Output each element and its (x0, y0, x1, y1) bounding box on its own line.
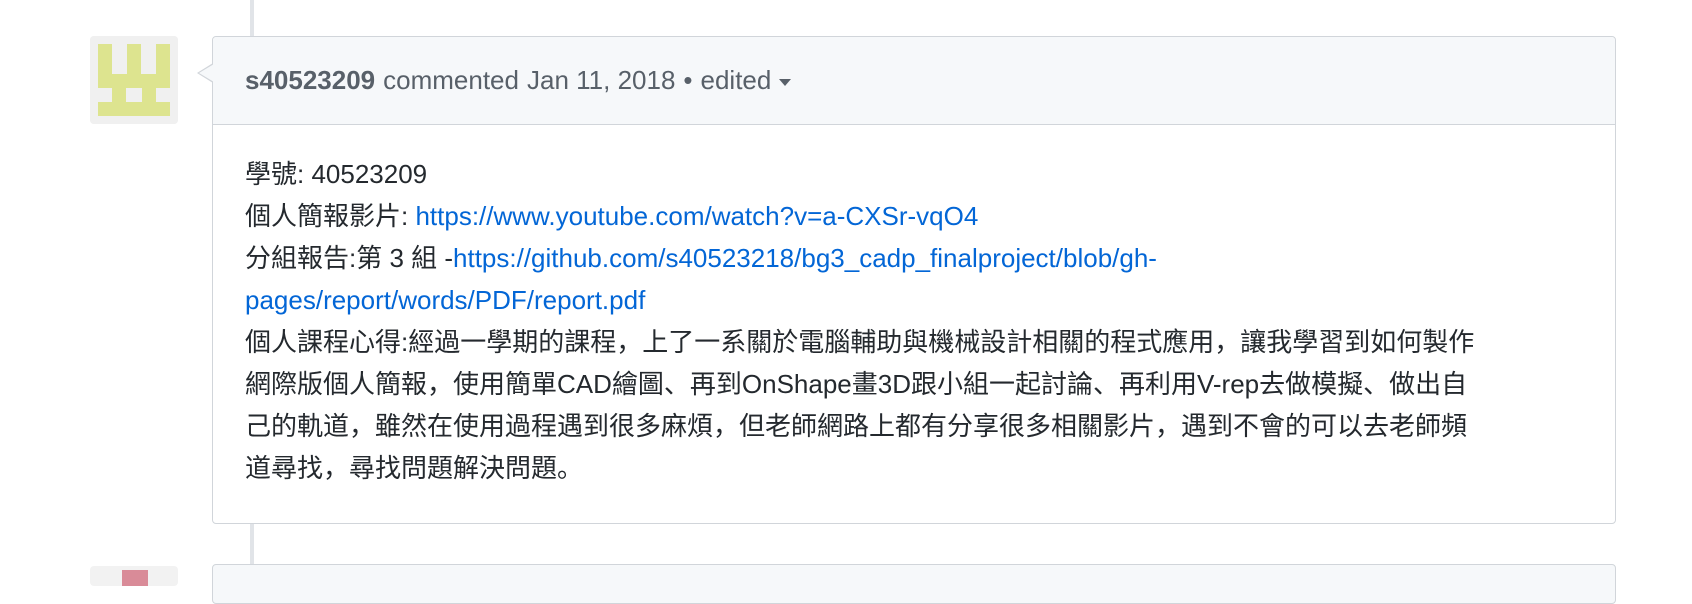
video-line: 個人簡報影片: https://www.youtube.com/watch?v=… (245, 195, 1583, 237)
next-comment (212, 564, 1616, 604)
student-id-line: 學號: 40523209 (245, 153, 1583, 195)
youtube-link[interactable]: https://www.youtube.com/watch?v=a-CXSr-v… (415, 201, 978, 231)
author-link[interactable]: s40523209 (245, 65, 375, 96)
reflection-line-3: 己的軌道，雖然在使用過程遇到很多麻煩，但老師網路上都有分享很多相關影片，遇到不會… (245, 411, 1468, 441)
comment-timestamp[interactable]: Jan 11, 2018 (527, 65, 675, 96)
identicon-icon (122, 570, 148, 586)
comment-pointer-fill (199, 64, 214, 82)
avatar[interactable] (90, 36, 178, 124)
identicon-icon (90, 36, 178, 124)
comment-body: 學號: 40523209 個人簡報影片: https://www.youtube… (213, 125, 1615, 489)
edited-dropdown[interactable]: edited (701, 65, 792, 96)
student-id-value: 40523209 (311, 159, 428, 189)
report-link[interactable]: https://github.com/s40523218/bg3_cadp_fi… (453, 243, 1157, 273)
student-id-label: 學號: (245, 159, 312, 189)
chevron-down-icon (779, 78, 792, 86)
timeline-line-top (250, 0, 254, 36)
reflection-line-2: 網際版個人簡報，使用簡單CAD繪圖、再到OnShape畫3D跟小組一起討論、再利… (245, 369, 1468, 399)
video-label: 個人簡報影片: (245, 201, 416, 231)
timeline-line-bottom (250, 524, 254, 566)
group-report-label: 分組報告:第 3 組 - (245, 243, 454, 273)
group-report-line: 分組報告:第 3 組 -https://github.com/s40523218… (245, 237, 1583, 279)
separator-bullet: • (683, 65, 693, 95)
next-avatar[interactable] (90, 566, 178, 586)
comment-action: commented (383, 65, 519, 95)
group-report-line-cont: pages/report/words/PDF/report.pdf (245, 279, 1583, 321)
reflection-line-1: 個人課程心得:經過一學期的課程，上了一系關於電腦輔助與機械設計相關的程式應用，讓… (245, 327, 1475, 357)
comment-header: s40523209 commented Jan 11, 2018 • edite… (213, 37, 1615, 125)
report-link-continued[interactable]: pages/report/words/PDF/report.pdf (245, 285, 645, 315)
reflection-line-4: 道尋找，尋找問題解決問題。 (245, 453, 584, 483)
edited-label: edited (700, 65, 772, 95)
comment: s40523209 commented Jan 11, 2018 • edite… (197, 36, 1616, 524)
